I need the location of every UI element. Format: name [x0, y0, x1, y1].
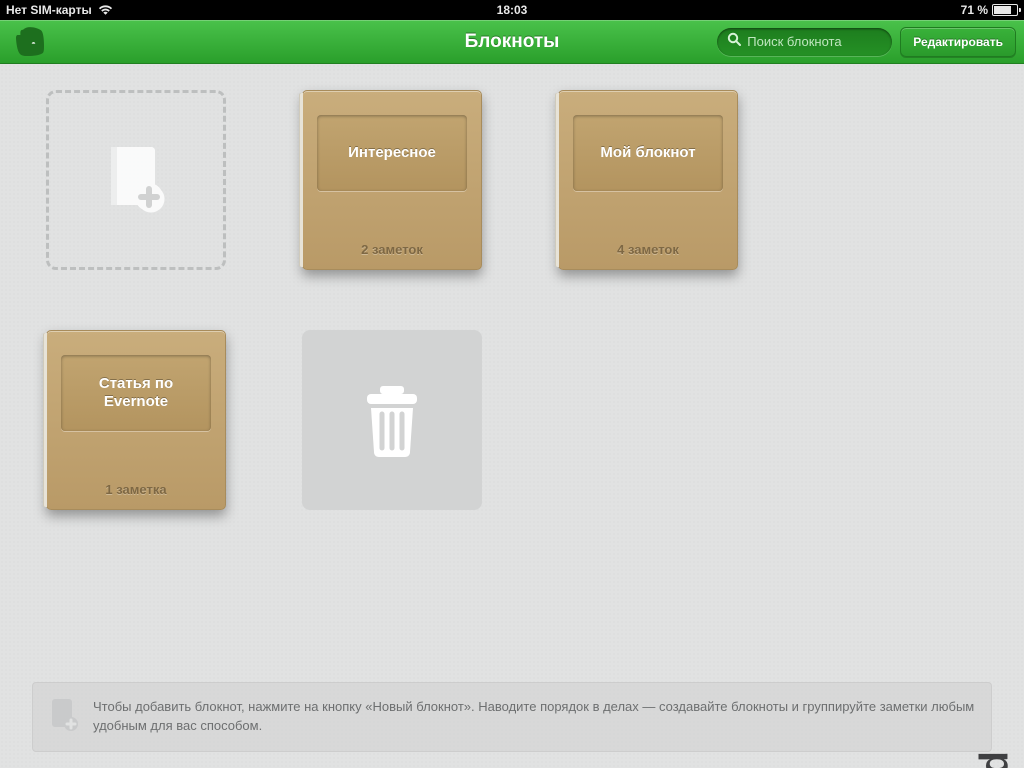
trash-button[interactable] [302, 330, 482, 510]
search-field[interactable] [717, 28, 892, 56]
search-input[interactable] [747, 34, 923, 49]
notebook-title: Интересное [348, 144, 436, 162]
clock-label: 18:03 [497, 3, 528, 17]
notebook-title-plate: Мой блокнот [573, 115, 723, 191]
search-icon [727, 32, 741, 51]
new-notebook-button[interactable] [46, 90, 226, 270]
hint-bar: Чтобы добавить блокнот, нажмите на кнопк… [32, 682, 992, 752]
trash-icon [357, 380, 427, 460]
nav-bar: Блокноты Редактировать [0, 20, 1024, 64]
edit-button-label: Редактировать [913, 35, 1003, 49]
hint-text: Чтобы добавить блокнот, нажмите на кнопк… [93, 698, 975, 736]
notebook-count: 4 заметок [559, 242, 737, 257]
battery-icon [992, 4, 1018, 16]
notebook-item[interactable]: Интересное 2 заметок [302, 90, 482, 270]
evernote-logo-icon[interactable] [8, 20, 52, 64]
carrier-label: Нет SIM-карты [6, 3, 92, 17]
notebook-add-hint-icon [49, 697, 79, 737]
page-title: Блокноты [465, 31, 560, 53]
notebook-item[interactable]: Статья по Evernote 1 заметка [46, 330, 226, 510]
notebooks-grid-area: Интересное 2 заметок Мой блокнот 4 замет… [0, 64, 1024, 768]
edit-button[interactable]: Редактировать [900, 27, 1016, 57]
battery-percent-label: 71 % [961, 3, 988, 17]
notebook-title-plate: Статья по Evernote [61, 355, 211, 431]
notebook-item[interactable]: Мой блокнот 4 заметок [558, 90, 738, 270]
watermark: iLand [973, 752, 1018, 768]
notebook-count: 2 заметок [303, 242, 481, 257]
ios-status-bar: Нет SIM-карты 18:03 71 % [0, 0, 1024, 20]
notebook-count: 1 заметка [47, 482, 225, 497]
watermark-text: iLand [973, 752, 1018, 768]
notebook-title: Статья по Evernote [69, 375, 203, 411]
notebook-add-icon [97, 141, 175, 219]
wifi-icon [98, 4, 113, 16]
notebook-title-plate: Интересное [317, 115, 467, 191]
notebook-title: Мой блокнот [600, 144, 695, 162]
